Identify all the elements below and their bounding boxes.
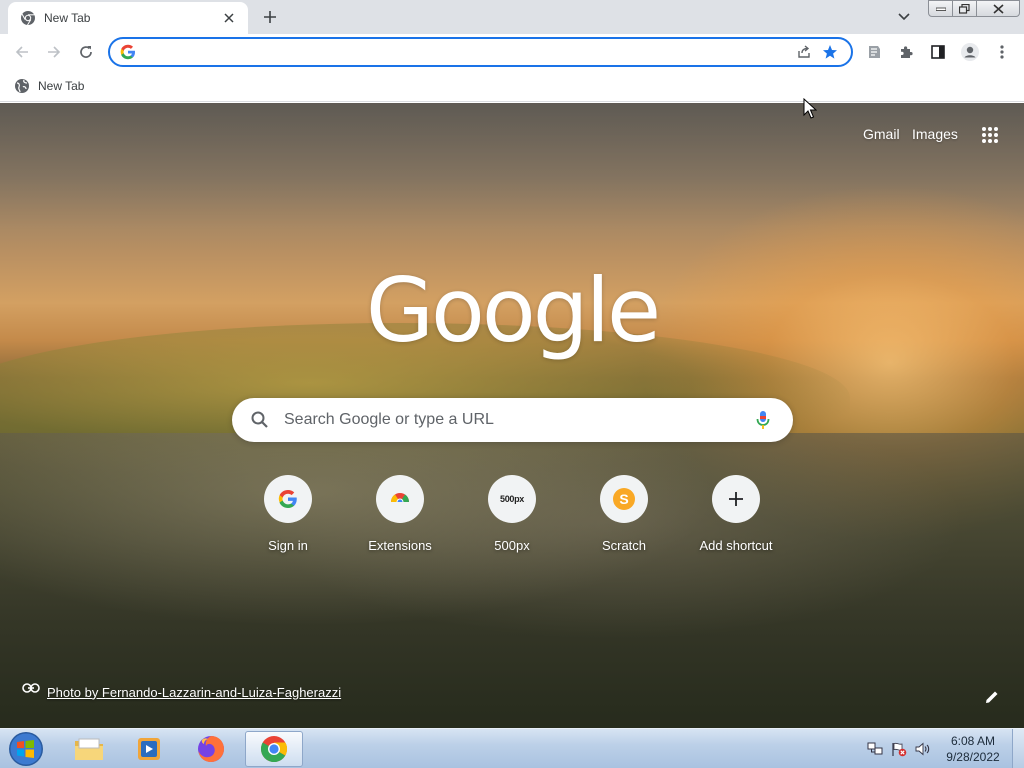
window-close-button[interactable]	[976, 0, 1020, 17]
bookmark-star-icon[interactable]	[817, 40, 843, 64]
address-input[interactable]	[144, 44, 791, 60]
globe-icon	[14, 78, 30, 94]
show-desktop-button[interactable]	[1012, 729, 1024, 768]
chrome-favicon-icon	[20, 10, 36, 26]
shortcut-label: Add shortcut	[699, 538, 773, 553]
clock-date: 9/28/2022	[946, 750, 1000, 764]
ntp-search-input[interactable]	[284, 411, 751, 429]
tray-network-icon[interactable]	[866, 741, 884, 757]
tab-new-tab[interactable]: New Tab	[8, 2, 248, 34]
photo-attribution-link[interactable]: Photo by Fernando-Lazzarin-and-Luiza-Fag…	[22, 683, 341, 701]
images-link[interactable]: Images	[912, 126, 958, 142]
shortcuts-grid: Sign in Extensions 500px 500px S Scratch…	[232, 475, 792, 565]
extensions-puzzle-icon[interactable]	[892, 38, 920, 66]
forward-arrow-icon[interactable]	[40, 38, 68, 66]
toolbar	[0, 34, 1024, 70]
shortcut-label: Extensions	[368, 538, 432, 553]
extension-app-icon[interactable]	[860, 38, 888, 66]
shortcut-label: Scratch	[601, 538, 647, 553]
shortcut-label: Sign in	[268, 538, 308, 553]
500px-icon-text: 500px	[499, 494, 525, 504]
address-bar[interactable]	[108, 37, 853, 67]
taskbar-clock[interactable]: 6:08 AM 9/28/2022	[940, 733, 1006, 765]
taskbar-media-player-icon[interactable]	[121, 731, 179, 767]
share-icon[interactable]	[791, 40, 817, 64]
shortcut-scratch[interactable]: S Scratch	[568, 475, 680, 565]
photo-attribution-text: Photo by Fernando-Lazzarin-and-Luiza-Fag…	[47, 684, 342, 700]
search-icon	[250, 410, 270, 430]
start-orb-icon[interactable]	[6, 730, 46, 768]
bookmarks-bar: New Tab	[0, 70, 1024, 102]
profile-avatar-icon[interactable]	[956, 38, 984, 66]
shortcut-extensions[interactable]: Extensions	[344, 475, 456, 565]
customize-pencil-icon[interactable]	[980, 685, 1004, 709]
taskbar-explorer-icon[interactable]	[60, 731, 118, 767]
clock-time: 6:08 AM	[950, 734, 996, 748]
shortcut-label: 500px	[494, 538, 530, 553]
voice-search-mic-icon[interactable]	[751, 408, 775, 432]
google-g-icon	[264, 475, 312, 523]
bookmark-label: New Tab	[38, 79, 85, 93]
gmail-link[interactable]: Gmail	[863, 126, 900, 142]
google-apps-grid-icon[interactable]	[976, 121, 1004, 149]
side-panel-icon[interactable]	[924, 38, 952, 66]
reload-icon[interactable]	[72, 38, 100, 66]
link-icon	[22, 683, 40, 701]
tray-action-center-flag-icon[interactable]	[890, 741, 908, 757]
tray-volume-icon[interactable]	[914, 741, 932, 757]
mouse-cursor-icon	[803, 98, 817, 119]
tab-search-chevron-icon[interactable]	[893, 7, 915, 27]
shortcut-add[interactable]: Add shortcut	[680, 475, 792, 565]
tab-title: New Tab	[44, 11, 91, 25]
google-logo: Google	[365, 258, 661, 362]
taskbar-chrome-icon[interactable]	[245, 731, 303, 767]
ntp-search-box[interactable]	[232, 398, 793, 442]
window-restore-button[interactable]	[952, 0, 977, 17]
menu-kebab-icon[interactable]	[988, 38, 1016, 66]
window-minimize-button[interactable]	[928, 0, 953, 17]
chrome-webstore-icon	[376, 475, 424, 523]
scratch-icon-text: S	[613, 488, 635, 510]
scratch-icon: S	[600, 475, 648, 523]
500px-icon: 500px	[488, 475, 536, 523]
new-tab-page: Gmail Images Google Sign in Extensi	[0, 103, 1024, 728]
back-arrow-icon[interactable]	[8, 38, 36, 66]
shortcut-500px[interactable]: 500px 500px	[456, 475, 568, 565]
google-g-icon	[120, 44, 136, 60]
plus-icon	[712, 475, 760, 523]
tab-strip: New Tab	[0, 0, 1024, 34]
bookmark-new-tab[interactable]: New Tab	[8, 74, 90, 98]
taskbar-firefox-icon[interactable]	[182, 731, 240, 767]
shortcut-sign-in[interactable]: Sign in	[232, 475, 344, 565]
new-tab-plus-icon[interactable]	[258, 6, 282, 28]
tab-close-icon[interactable]	[220, 9, 238, 27]
taskbar: 6:08 AM 9/28/2022	[0, 728, 1024, 768]
